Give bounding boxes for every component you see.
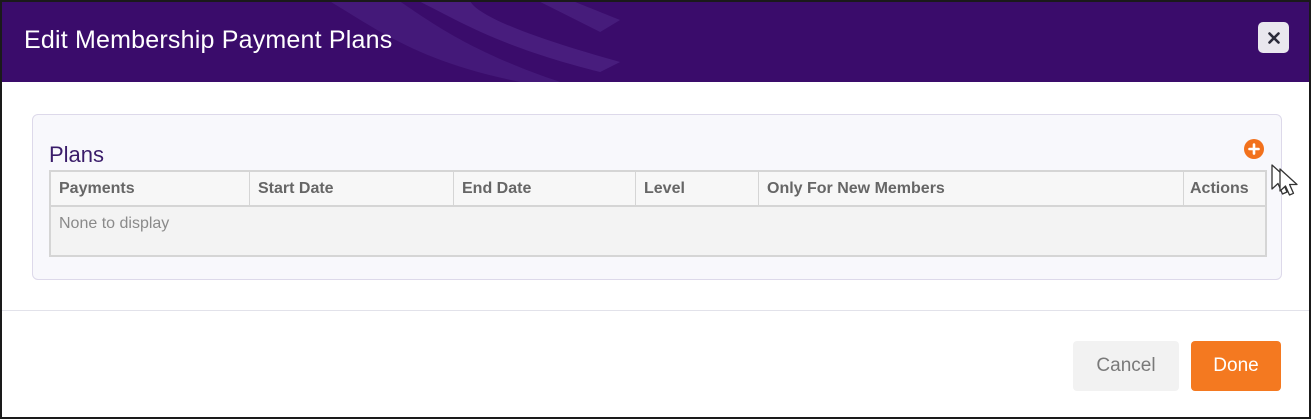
column-header-start-date[interactable]: Start Date [250, 172, 454, 205]
mouse-pointer-icon [1271, 164, 1298, 196]
column-header-level[interactable]: Level [636, 172, 759, 205]
plus-circle-icon [1248, 143, 1260, 155]
column-header-payments[interactable]: Payments [51, 172, 250, 205]
close-button[interactable] [1258, 22, 1289, 53]
modal-title: Edit Membership Payment Plans [24, 26, 393, 54]
table-header: Payments Start Date End Date Level Only … [51, 172, 1265, 207]
column-header-actions: Actions [1190, 180, 1249, 197]
empty-table-message: None to display [59, 215, 170, 232]
edit-payment-plans-modal: Edit Membership Payment Plans Plans Paym… [0, 0, 1311, 419]
plans-panel: Plans Payments Start Date End Date Level… [32, 114, 1282, 280]
add-plan-button[interactable] [1244, 139, 1264, 159]
plans-table: Payments Start Date End Date Level Only … [49, 170, 1267, 257]
close-icon [1267, 31, 1280, 44]
modal-header: Edit Membership Payment Plans [2, 2, 1309, 82]
column-header-end-date[interactable]: End Date [454, 172, 636, 205]
footer-divider [2, 310, 1309, 311]
done-button[interactable]: Done [1191, 341, 1281, 391]
plans-title: Plans [49, 142, 105, 167]
cancel-button[interactable]: Cancel [1073, 341, 1179, 391]
column-header-only-for-new-members[interactable]: Only For New Members [759, 172, 1184, 205]
